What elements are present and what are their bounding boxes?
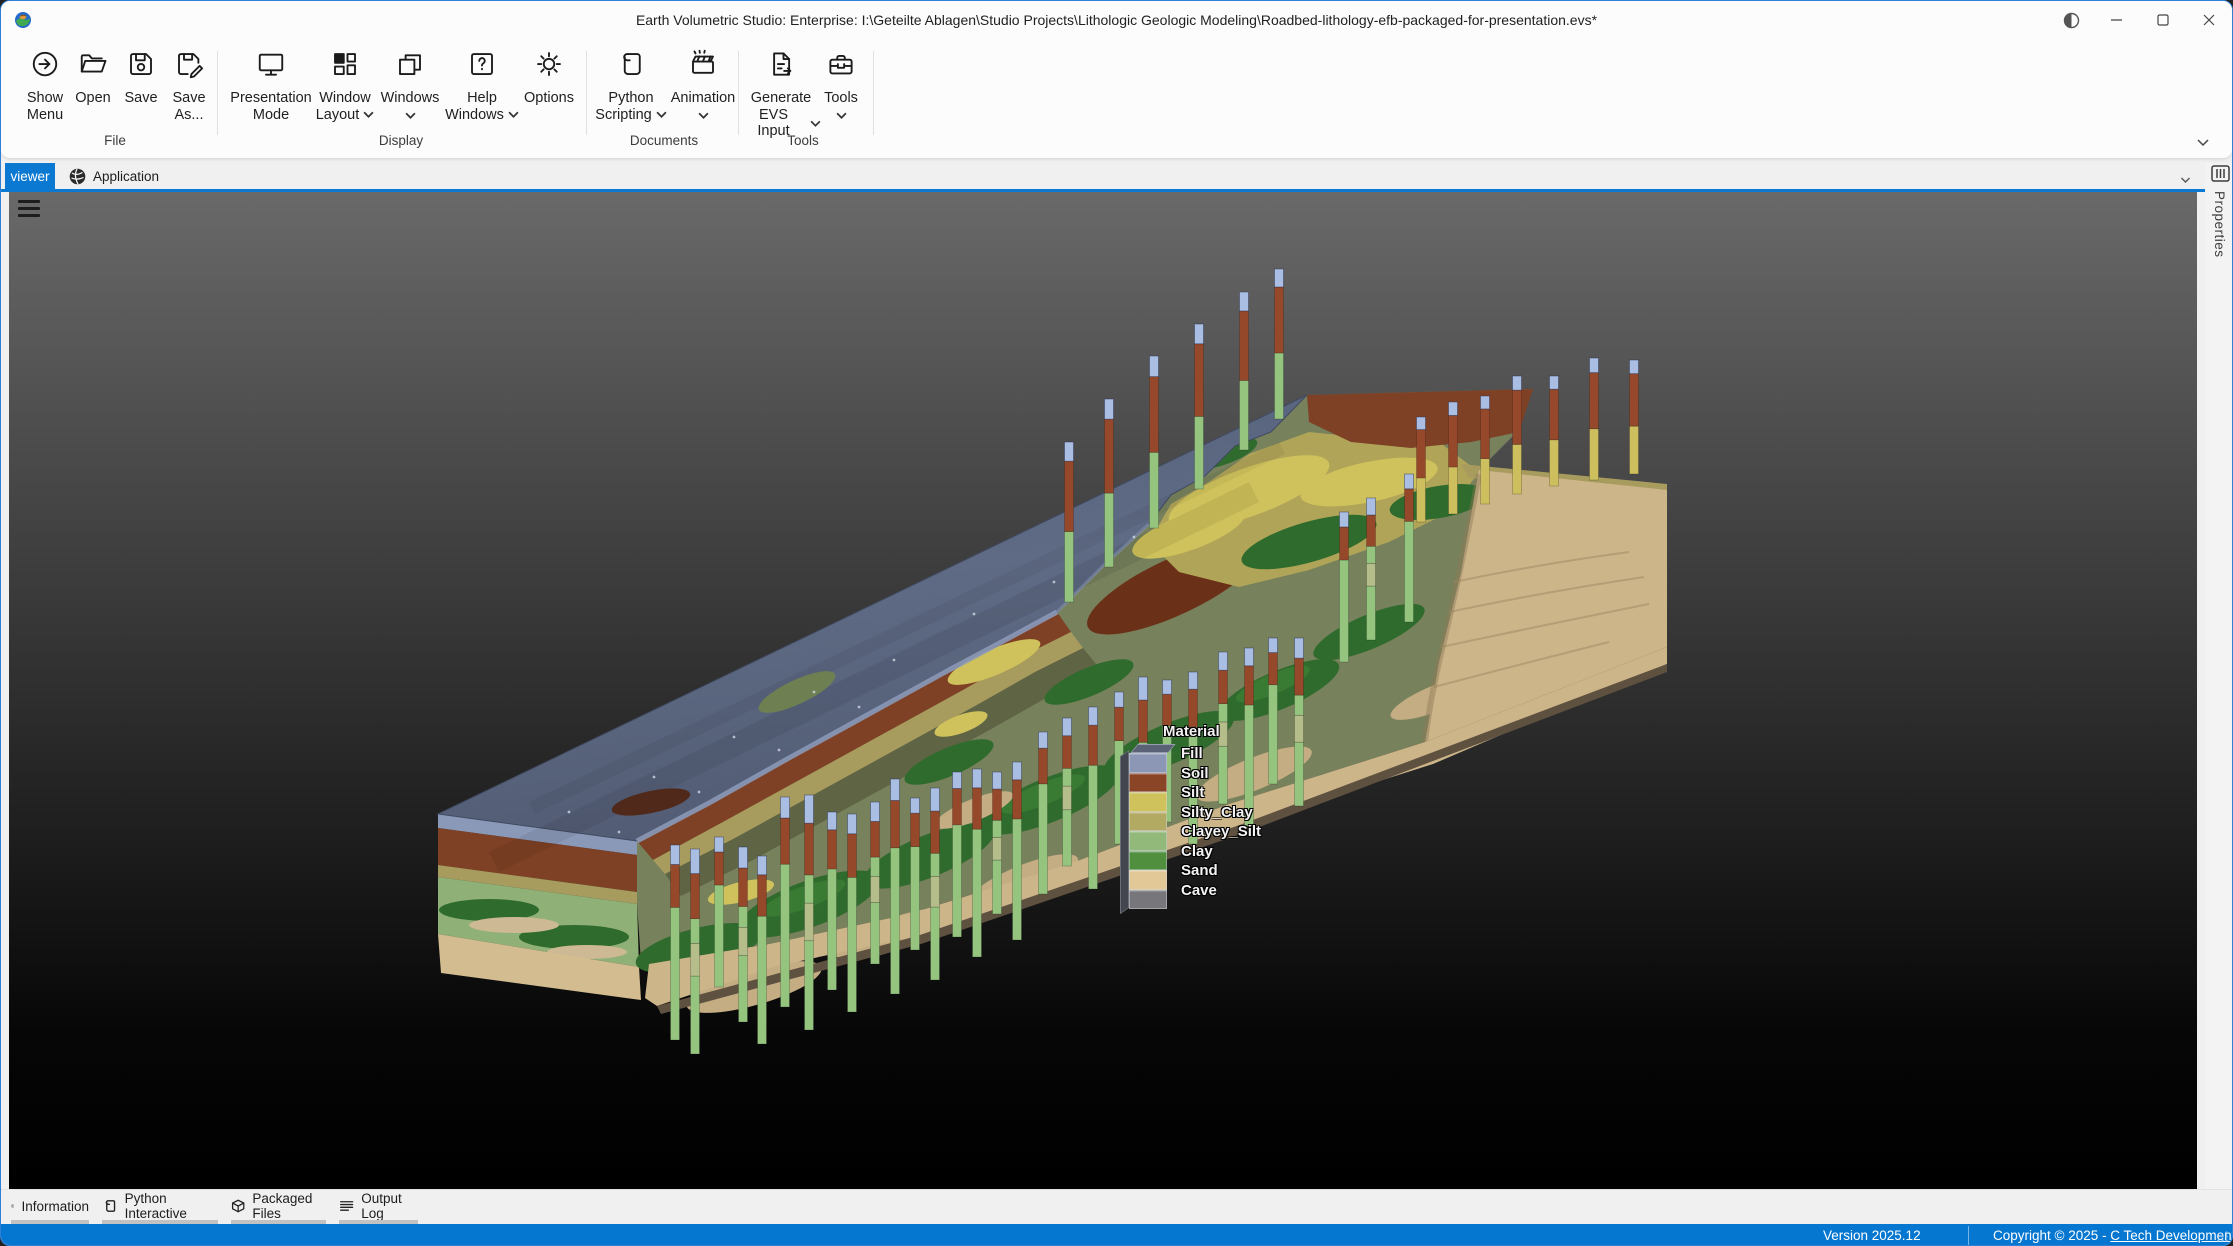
tab-information[interactable]: Information [11,1192,89,1220]
app-window: Earth Volumetric Studio: Enterprise: I:\… [0,0,2233,1246]
header: Earth Volumetric Studio: Enterprise: I:\… [1,1,2232,159]
python-scripting-button[interactable]: PythonScripting [595,45,667,135]
tab-viewer[interactable]: viewer [5,163,55,189]
legend-label: Sand [1181,861,1261,881]
legend-label: Cave [1181,881,1261,901]
script-icon [595,49,667,85]
legend-cube-clay [1129,851,1167,871]
options-button[interactable]: Options [514,45,584,135]
title-bar: Earth Volumetric Studio: Enterprise: I:\… [1,1,2232,39]
help-icon [442,49,522,85]
tab-python-interactive[interactable]: Python Interactive [102,1192,218,1220]
legend-cube-cave [1129,890,1167,910]
legend-label: Soil [1181,764,1261,784]
tab-application[interactable]: Application [57,163,171,189]
legend-color-column [1129,744,1167,909]
legend-label: Fill [1181,744,1261,764]
package-icon [231,1197,245,1215]
tab-packaged-files[interactable]: Packaged Files [231,1192,326,1220]
info-icon [11,1197,14,1215]
company-link[interactable]: C Tech Development Corporation [2110,1228,2233,1243]
globe-icon [69,168,86,185]
tools-button[interactable]: Tools [815,45,867,135]
close-button[interactable] [2186,1,2232,39]
ribbon-group-documents: Documents [630,133,698,148]
legend-column-side-face [1120,750,1129,914]
minimize-button[interactable] [2094,1,2140,39]
dropdown-chevron-icon [405,112,416,119]
resize-grip[interactable] [2217,1230,2228,1245]
bottom-panel-bar: Information Python Interactive Packaged … [1,1189,2232,1224]
copyright-text: Copyright © 2025 - C Tech Development Co… [1993,1224,2233,1246]
dropdown-chevron-icon [656,111,667,118]
legend-label: Clay [1181,842,1261,862]
clapperboard-icon [667,49,739,85]
status-bar: Version 2025.12 Copyright © 2025 - C Tec… [1,1224,2232,1246]
generate-evs-input-button[interactable]: GenerateEVS Input [741,45,821,135]
tab-application-label: Application [93,169,159,184]
ribbon-separator [217,51,218,135]
geologic-model-scene [9,192,2197,1189]
legend-label: Silt [1181,783,1261,803]
document-export-icon [741,49,821,85]
monitor-icon [229,49,313,85]
document-tab-strip: viewer Application [1,163,2205,189]
material-legend: Material Fill Soil Silt [1129,723,1279,909]
legend-cube-sand [1129,870,1167,890]
presentation-mode-button[interactable]: PresentationMode [229,45,313,135]
log-lines-icon [339,1197,354,1215]
window-layout-button[interactable]: WindowLayout [309,45,381,135]
ribbon-separator [873,51,874,135]
save-as-button[interactable]: SaveAs... [157,45,221,135]
ribbon-separator [738,51,739,135]
version-label: Version 2025.12 [1823,1224,1921,1246]
right-dock-bar: Properties [2205,163,2233,1189]
legend-column-top-face [1130,744,1176,753]
animation-button[interactable]: Animation [667,45,739,135]
legend-cube-silt [1129,792,1167,812]
legend-cube-silty-clay [1129,812,1167,832]
windows-icon [378,49,442,85]
ribbon-collapse-button[interactable] [2196,134,2210,152]
ribbon-group-file: File [104,133,126,148]
legend-cube-soil [1129,773,1167,793]
help-windows-button[interactable]: HelpWindows [442,45,522,135]
save-as-icon [157,49,221,85]
tab-output-log[interactable]: Output Log [339,1192,418,1220]
legend-label: Clayey_Silt [1181,822,1261,842]
legend-cube-fill [1129,753,1167,773]
toolbox-icon [815,49,867,85]
properties-panel-icon[interactable] [2208,165,2232,187]
viewer-menu-button[interactable] [18,200,40,217]
script-icon [102,1197,118,1215]
dropdown-chevron-icon [363,111,374,118]
status-divider [1968,1226,1969,1245]
ribbon-group-display: Display [379,133,423,148]
ribbon-separator [586,51,587,135]
properties-tab[interactable]: Properties [2212,191,2227,258]
gear-icon [514,49,584,85]
dropdown-chevron-icon [836,112,847,119]
ribbon-group-tools: Tools [787,133,819,148]
legend-cube-clayey-silt [1129,831,1167,851]
legend-title: Material [1163,723,1279,744]
window-title: Earth Volumetric Studio: Enterprise: I:\… [1,1,2232,39]
windows-button[interactable]: Windows [378,45,442,135]
tabstrip-chevron-icon[interactable] [2180,171,2191,189]
viewer-3d-viewport[interactable]: Material Fill Soil Silt [9,192,2197,1189]
dropdown-chevron-icon [698,112,709,119]
legend-label: Silty_Clay [1181,803,1261,823]
window-layout-icon [309,49,381,85]
maximize-button[interactable] [2140,1,2186,39]
theme-toggle-button[interactable] [2048,1,2094,39]
